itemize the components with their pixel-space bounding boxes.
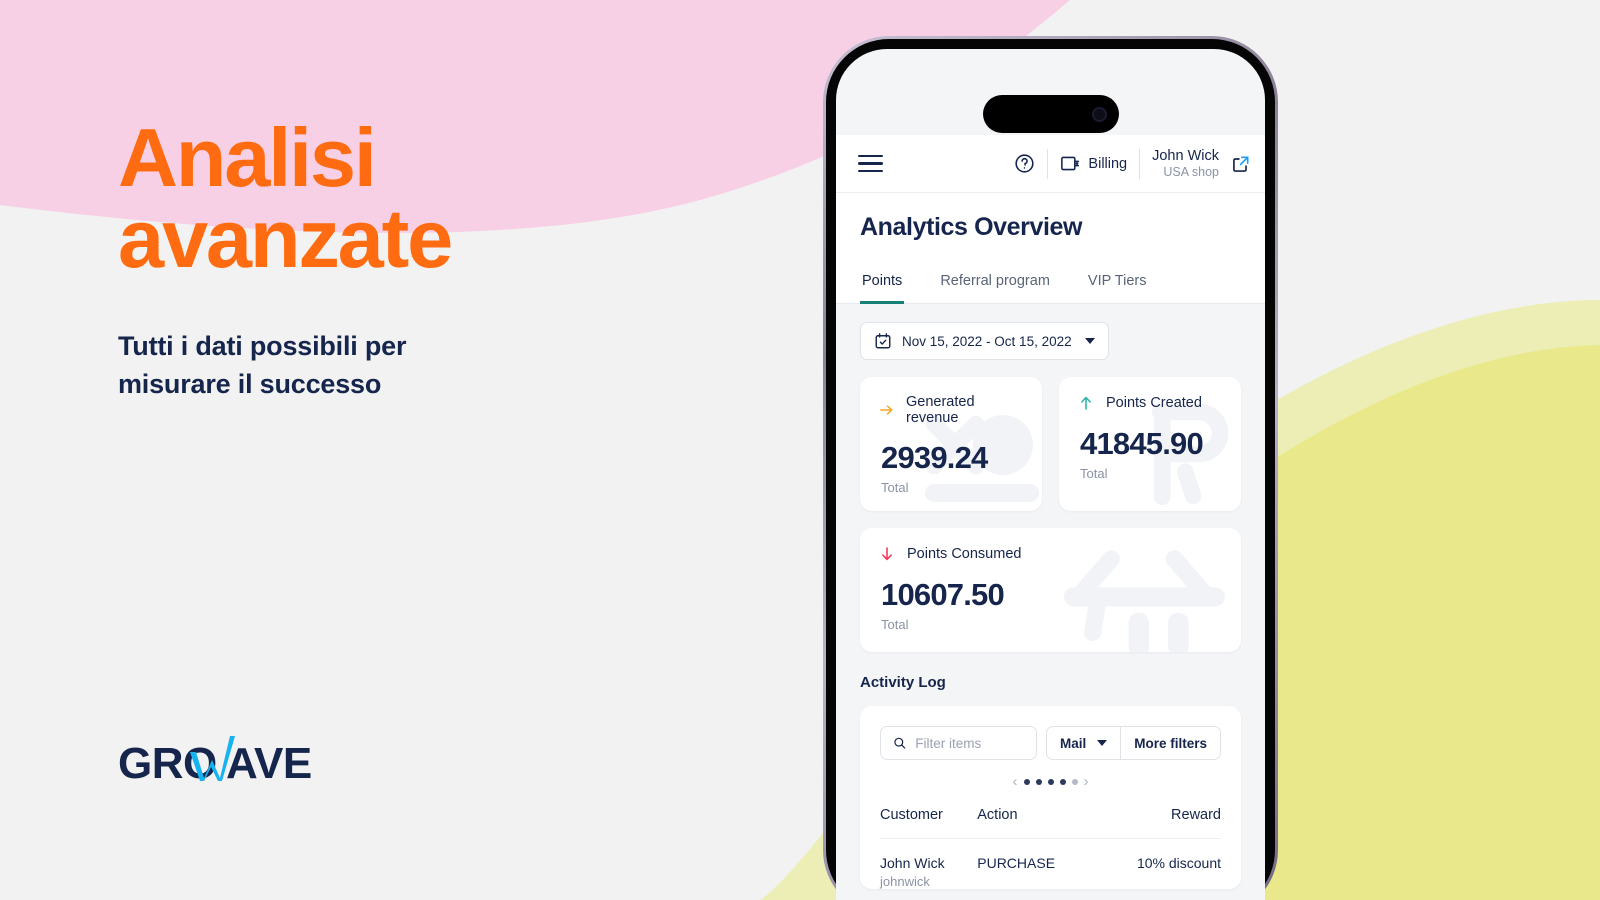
chevron-right-icon[interactable]: › [1084,774,1089,789]
stat-caption: Total [1080,466,1108,481]
page-title-bar: Analytics Overview [836,193,1265,262]
activity-log-card: Mail More filters ‹ [860,706,1241,889]
tab-referral-program[interactable]: Referral program [938,263,1052,304]
activity-log-pager: ‹ › [880,774,1221,789]
search-input[interactable] [915,735,1024,751]
page-headline: Analisi avanzate [118,111,738,285]
stat-card-points-created: Points Created 41845.90 Total [1059,377,1241,511]
billing-button[interactable]: Billing [1060,154,1127,173]
column-header-customer: Customer [880,807,943,823]
growave-logo-svg: GRO AVE [118,736,312,788]
filter-items-search[interactable] [880,726,1037,760]
page-subtitle: Tutti i dati possibili per misurare il s… [118,327,538,404]
page-content: Nov 15, 2022 - Oct 15, 2022 Generated re… [836,304,1265,900]
subtitle-line-2: misurare il successo [118,369,382,400]
customer-name: John Wick [880,855,945,871]
cell-customer: John Wick johnwick [880,839,977,889]
front-camera-icon [1091,106,1107,122]
chevron-left-icon[interactable]: ‹ [1013,774,1018,789]
app-topbar: Billing John Wick USA shop [836,135,1265,193]
headline-line-1: Analisi [118,111,377,204]
app-viewport: Billing John Wick USA shop Analytics Ove… [836,135,1265,900]
chevron-down-icon [1097,740,1108,746]
hamburger-menu-icon[interactable] [858,154,883,173]
subtitle-line-1: Tutti i dati possibili per [118,331,407,361]
billing-card-icon [1061,156,1080,171]
arrow-down-icon [882,547,892,561]
billing-label: Billing [1088,155,1128,172]
column-header-reward: Reward [1171,807,1221,823]
date-range-value: Nov 15, 2022 - Oct 15, 2022 [902,333,1072,349]
stat-caption: Total [881,480,909,495]
stat-header: Points Consumed [878,545,1223,563]
phone-screen: Billing John Wick USA shop Analytics Ove… [836,49,1265,900]
phone-mockup: Billing John Wick USA shop Analytics Ove… [823,36,1278,900]
help-circle-icon [1015,154,1035,173]
pager-dot[interactable] [1071,778,1078,785]
table-row[interactable]: John Wick johnwick PURCHASE 10% discount [880,838,1221,889]
tab-points[interactable]: Points [860,263,905,304]
pager-dot[interactable] [1023,778,1030,785]
cell-action: PURCHASE [977,855,1056,871]
table-header-row: Customer Action Reward [880,807,1221,839]
stat-caption: Total [881,617,909,632]
topbar-divider-2 [1139,148,1141,179]
topbar-divider-1 [1047,148,1049,179]
stat-label: Points Consumed [907,546,1022,562]
stat-label: Generated revenue [906,394,975,426]
pager-dot[interactable] [1047,778,1054,785]
headline-line-2: avanzate [118,191,453,285]
user-account-block[interactable]: John Wick USA shop [1152,148,1219,180]
search-icon [894,737,906,749]
help-button[interactable] [1014,153,1035,174]
stat-value: 41845.90 [1080,426,1204,461]
cell-reward: 10% discount [1136,855,1221,871]
customer-handle: johnwick [880,874,930,889]
more-filters-label: More filters [1134,735,1207,751]
pager-dot[interactable] [1035,778,1042,785]
tab-bar: Points Referral program VIP Tiers [836,262,1265,304]
promo-block: Analisi avanzate Tutti i dati possibili … [118,111,738,404]
stat-card-points-consumed: Points Consumed 10607.50 Total [860,528,1241,652]
activity-log-title: Activity Log [860,674,946,691]
mail-filter-label: Mail [1059,735,1087,751]
table-head: Customer Action Reward [880,807,1221,839]
stat-value: 2939.24 [881,440,988,475]
stat-header: Generated revenue [878,394,1024,426]
user-name: John Wick [1152,147,1219,164]
date-range-picker[interactable]: Nov 15, 2022 - Oct 15, 2022 [860,322,1109,360]
more-filters-button[interactable]: More filters [1121,726,1221,760]
logo-text-ave: AVE [226,739,312,788]
activity-log-table: Customer Action Reward John Wick johnwic… [880,807,1221,889]
pager-dot[interactable] [1059,778,1066,785]
tab-vip-tiers[interactable]: VIP Tiers [1086,263,1149,304]
external-link-icon [1233,156,1249,172]
stat-label: Points Created [1106,395,1202,411]
growave-logo: GRO AVE [118,734,333,790]
page-title: Analytics Overview [860,213,1083,241]
chevron-down-icon [1084,338,1095,344]
dynamic-island-notch [982,95,1119,133]
arrow-right-icon [880,405,893,415]
filter-button-group: Mail More filters [1045,726,1221,760]
open-shop-button[interactable] [1231,154,1251,174]
user-shop-name: USA shop [1163,164,1219,179]
column-header-action: Action [977,807,1018,823]
table-body: John Wick johnwick PURCHASE 10% discount [880,838,1221,889]
mail-filter-dropdown[interactable]: Mail [1045,726,1122,760]
stat-header: Points Created [1077,394,1223,412]
calendar-check-icon [875,333,891,349]
activity-log-filters: Mail More filters [880,726,1221,760]
arrow-up-icon [1081,396,1091,410]
stat-card-generated-revenue: Generated revenue 2939.24 Total [860,377,1042,511]
stat-cards-row: Generated revenue 2939.24 Total Points C… [860,377,1241,511]
stat-value: 10607.50 [881,577,1005,612]
